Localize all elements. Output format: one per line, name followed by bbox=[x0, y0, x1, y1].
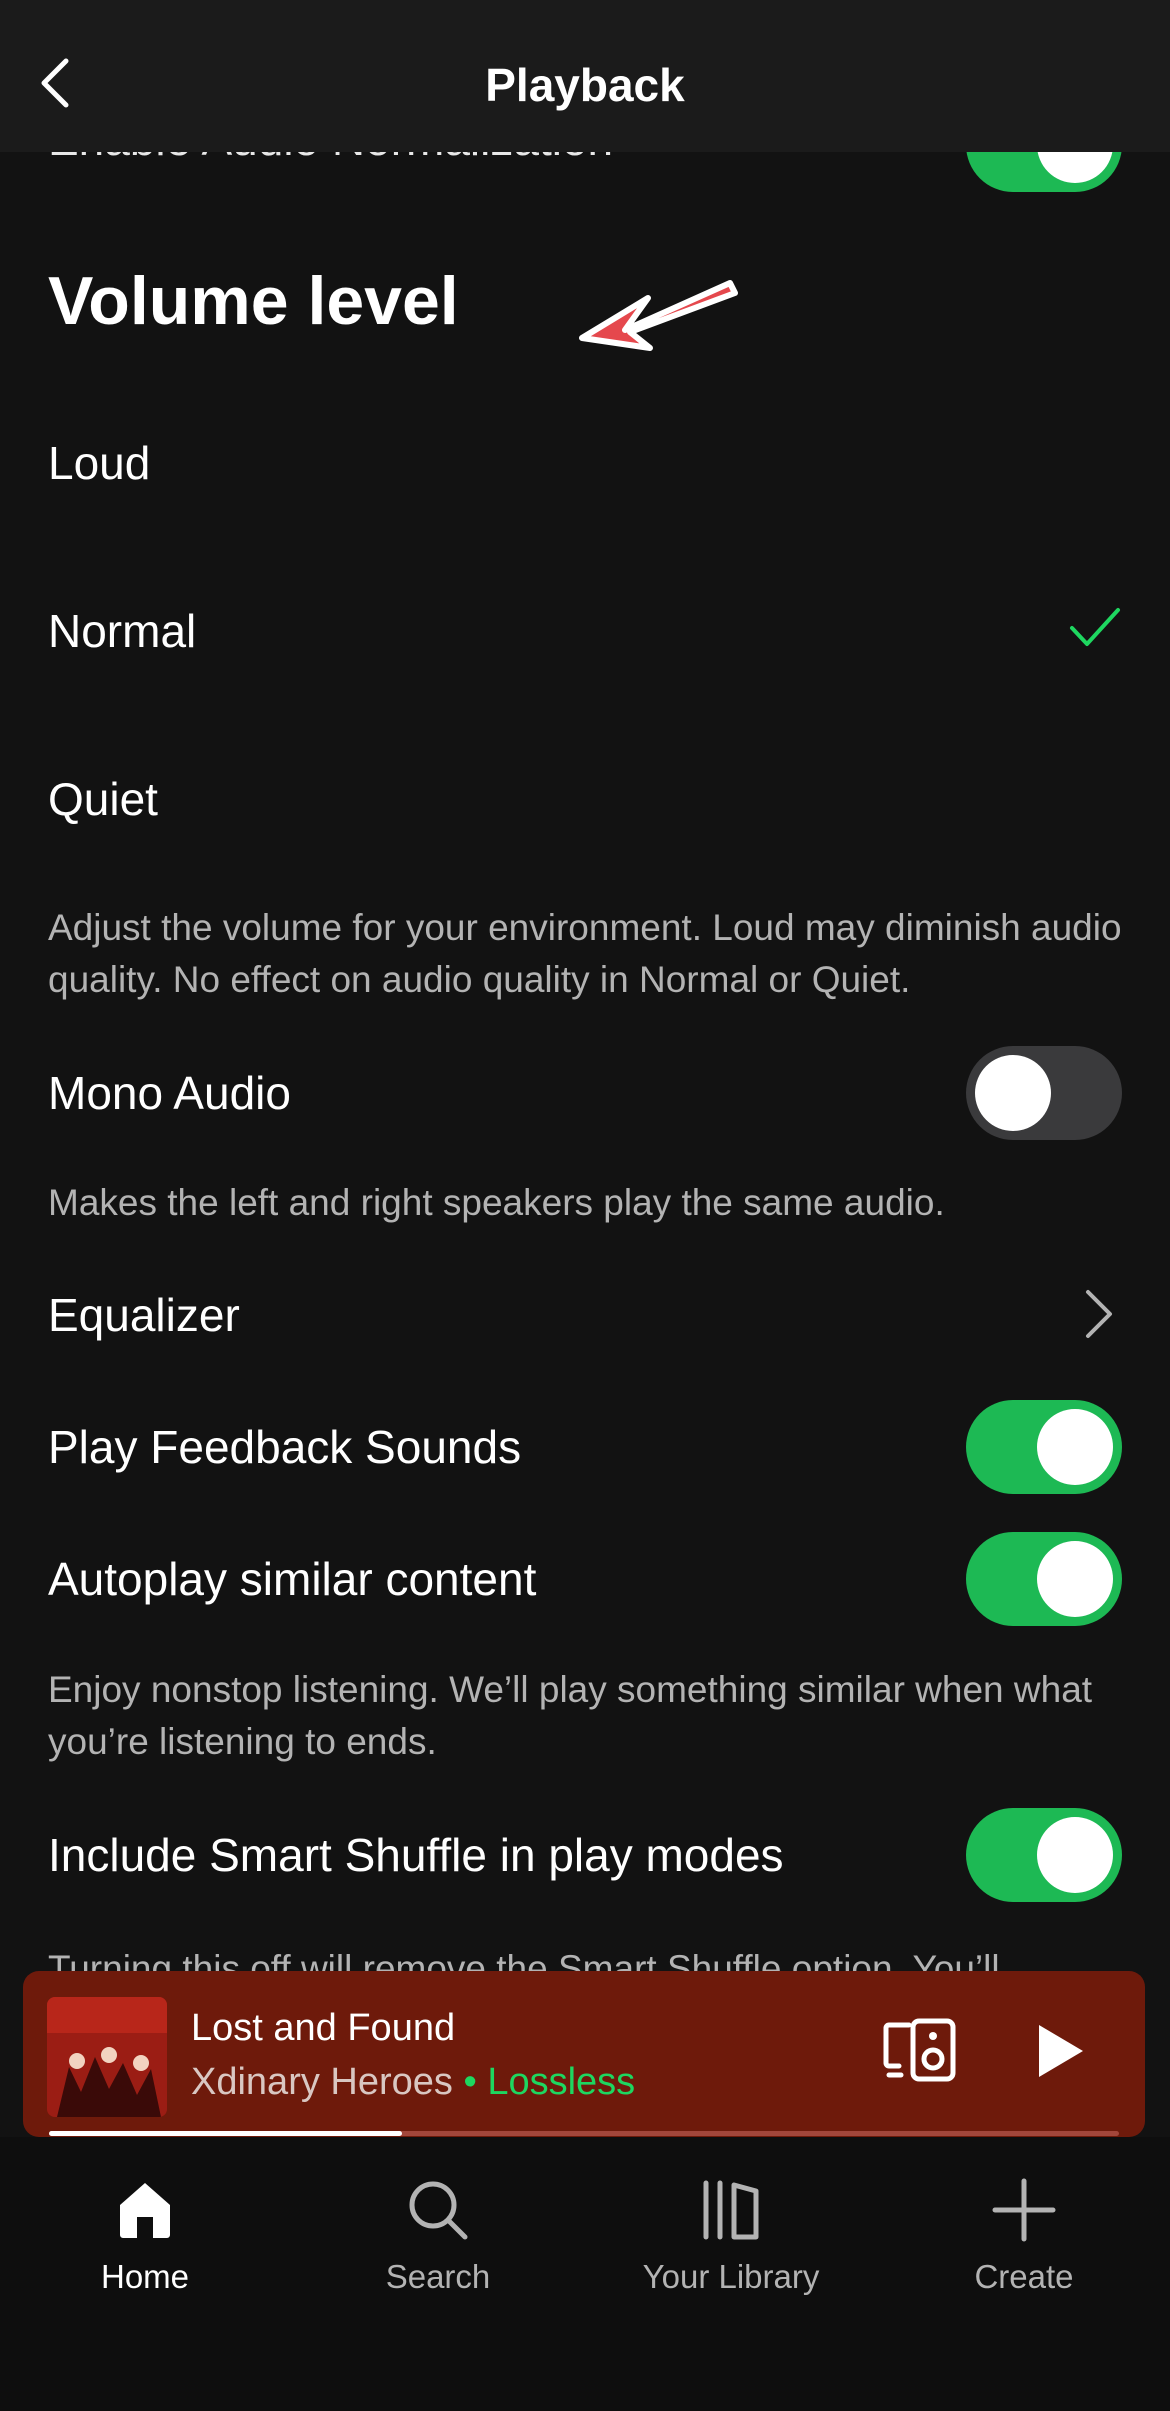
toggle-knob bbox=[1037, 1541, 1113, 1617]
chevron-right-icon bbox=[1086, 1290, 1112, 1338]
mini-player[interactable]: Lost and Found Xdinary Heroes • Lossless bbox=[23, 1971, 1145, 2137]
bottom-navigation: Home Search Your Library Create bbox=[0, 2137, 1170, 2411]
progress-fill bbox=[49, 2131, 403, 2136]
feedback-sounds-toggle[interactable] bbox=[966, 1400, 1122, 1494]
page-title: Playback bbox=[485, 59, 685, 111]
autoplay-description: Enjoy nonstop listening. We’ll play some… bbox=[48, 1669, 1093, 1762]
home-icon bbox=[120, 2183, 170, 2238]
smart-shuffle-toggle[interactable] bbox=[966, 1808, 1122, 1902]
feedback-sounds-label: Play Feedback Sounds bbox=[48, 1421, 522, 1473]
mono-audio-description: Makes the left and right speakers play t… bbox=[48, 1182, 945, 1223]
mono-audio-label: Mono Audio bbox=[48, 1067, 291, 1119]
volume-description: Adjust the volume for your environment. … bbox=[48, 907, 1122, 1000]
smart-shuffle-label: Include Smart Shuffle in play modes bbox=[48, 1829, 784, 1881]
nav-search-label: Search bbox=[385, 2258, 491, 2295]
autoplay-label: Autoplay similar content bbox=[48, 1553, 537, 1605]
volume-option-loud[interactable]: Loud bbox=[48, 436, 150, 490]
album-art bbox=[47, 1997, 167, 2117]
equalizer-row[interactable]: Equalizer bbox=[48, 1288, 240, 1342]
nav-home-label: Home bbox=[100, 2258, 190, 2295]
library-icon bbox=[703, 2180, 759, 2240]
play-icon[interactable] bbox=[1033, 2021, 1087, 2081]
nav-library[interactable]: Your Library bbox=[611, 2177, 851, 2296]
search-icon bbox=[409, 2181, 468, 2240]
track-title: Lost and Found bbox=[191, 2007, 456, 2049]
quality-separator: • bbox=[452, 2061, 488, 2103]
toggle-knob bbox=[1037, 1817, 1113, 1893]
nav-home[interactable]: Home bbox=[25, 2177, 265, 2296]
autoplay-toggle[interactable] bbox=[966, 1532, 1122, 1626]
volume-level-heading: Volume level bbox=[48, 263, 459, 339]
connect-device-icon[interactable] bbox=[883, 2017, 959, 2083]
volume-option-quiet[interactable]: Quiet bbox=[48, 772, 158, 826]
annotation-arrow-icon bbox=[579, 280, 738, 351]
top-bar: Playback bbox=[0, 0, 1170, 152]
nav-create-label: Create bbox=[974, 2258, 1074, 2295]
toggle-knob bbox=[975, 1055, 1051, 1131]
nav-library-label: Your Library bbox=[642, 2258, 820, 2295]
nav-search[interactable]: Search bbox=[318, 2177, 558, 2296]
volume-option-normal[interactable]: Normal bbox=[48, 604, 196, 658]
plus-icon bbox=[992, 2178, 1056, 2242]
track-subtitle: Xdinary Heroes • Lossless bbox=[191, 2061, 635, 2104]
checkmark-icon bbox=[1070, 608, 1120, 646]
artist-name: Xdinary Heroes bbox=[191, 2061, 453, 2103]
mono-audio-toggle[interactable] bbox=[966, 1046, 1122, 1140]
quality-badge: Lossless bbox=[487, 2061, 636, 2103]
toggle-knob bbox=[1037, 1409, 1113, 1485]
playback-progress[interactable] bbox=[49, 2131, 1119, 2136]
nav-create[interactable]: Create bbox=[904, 2177, 1144, 2296]
